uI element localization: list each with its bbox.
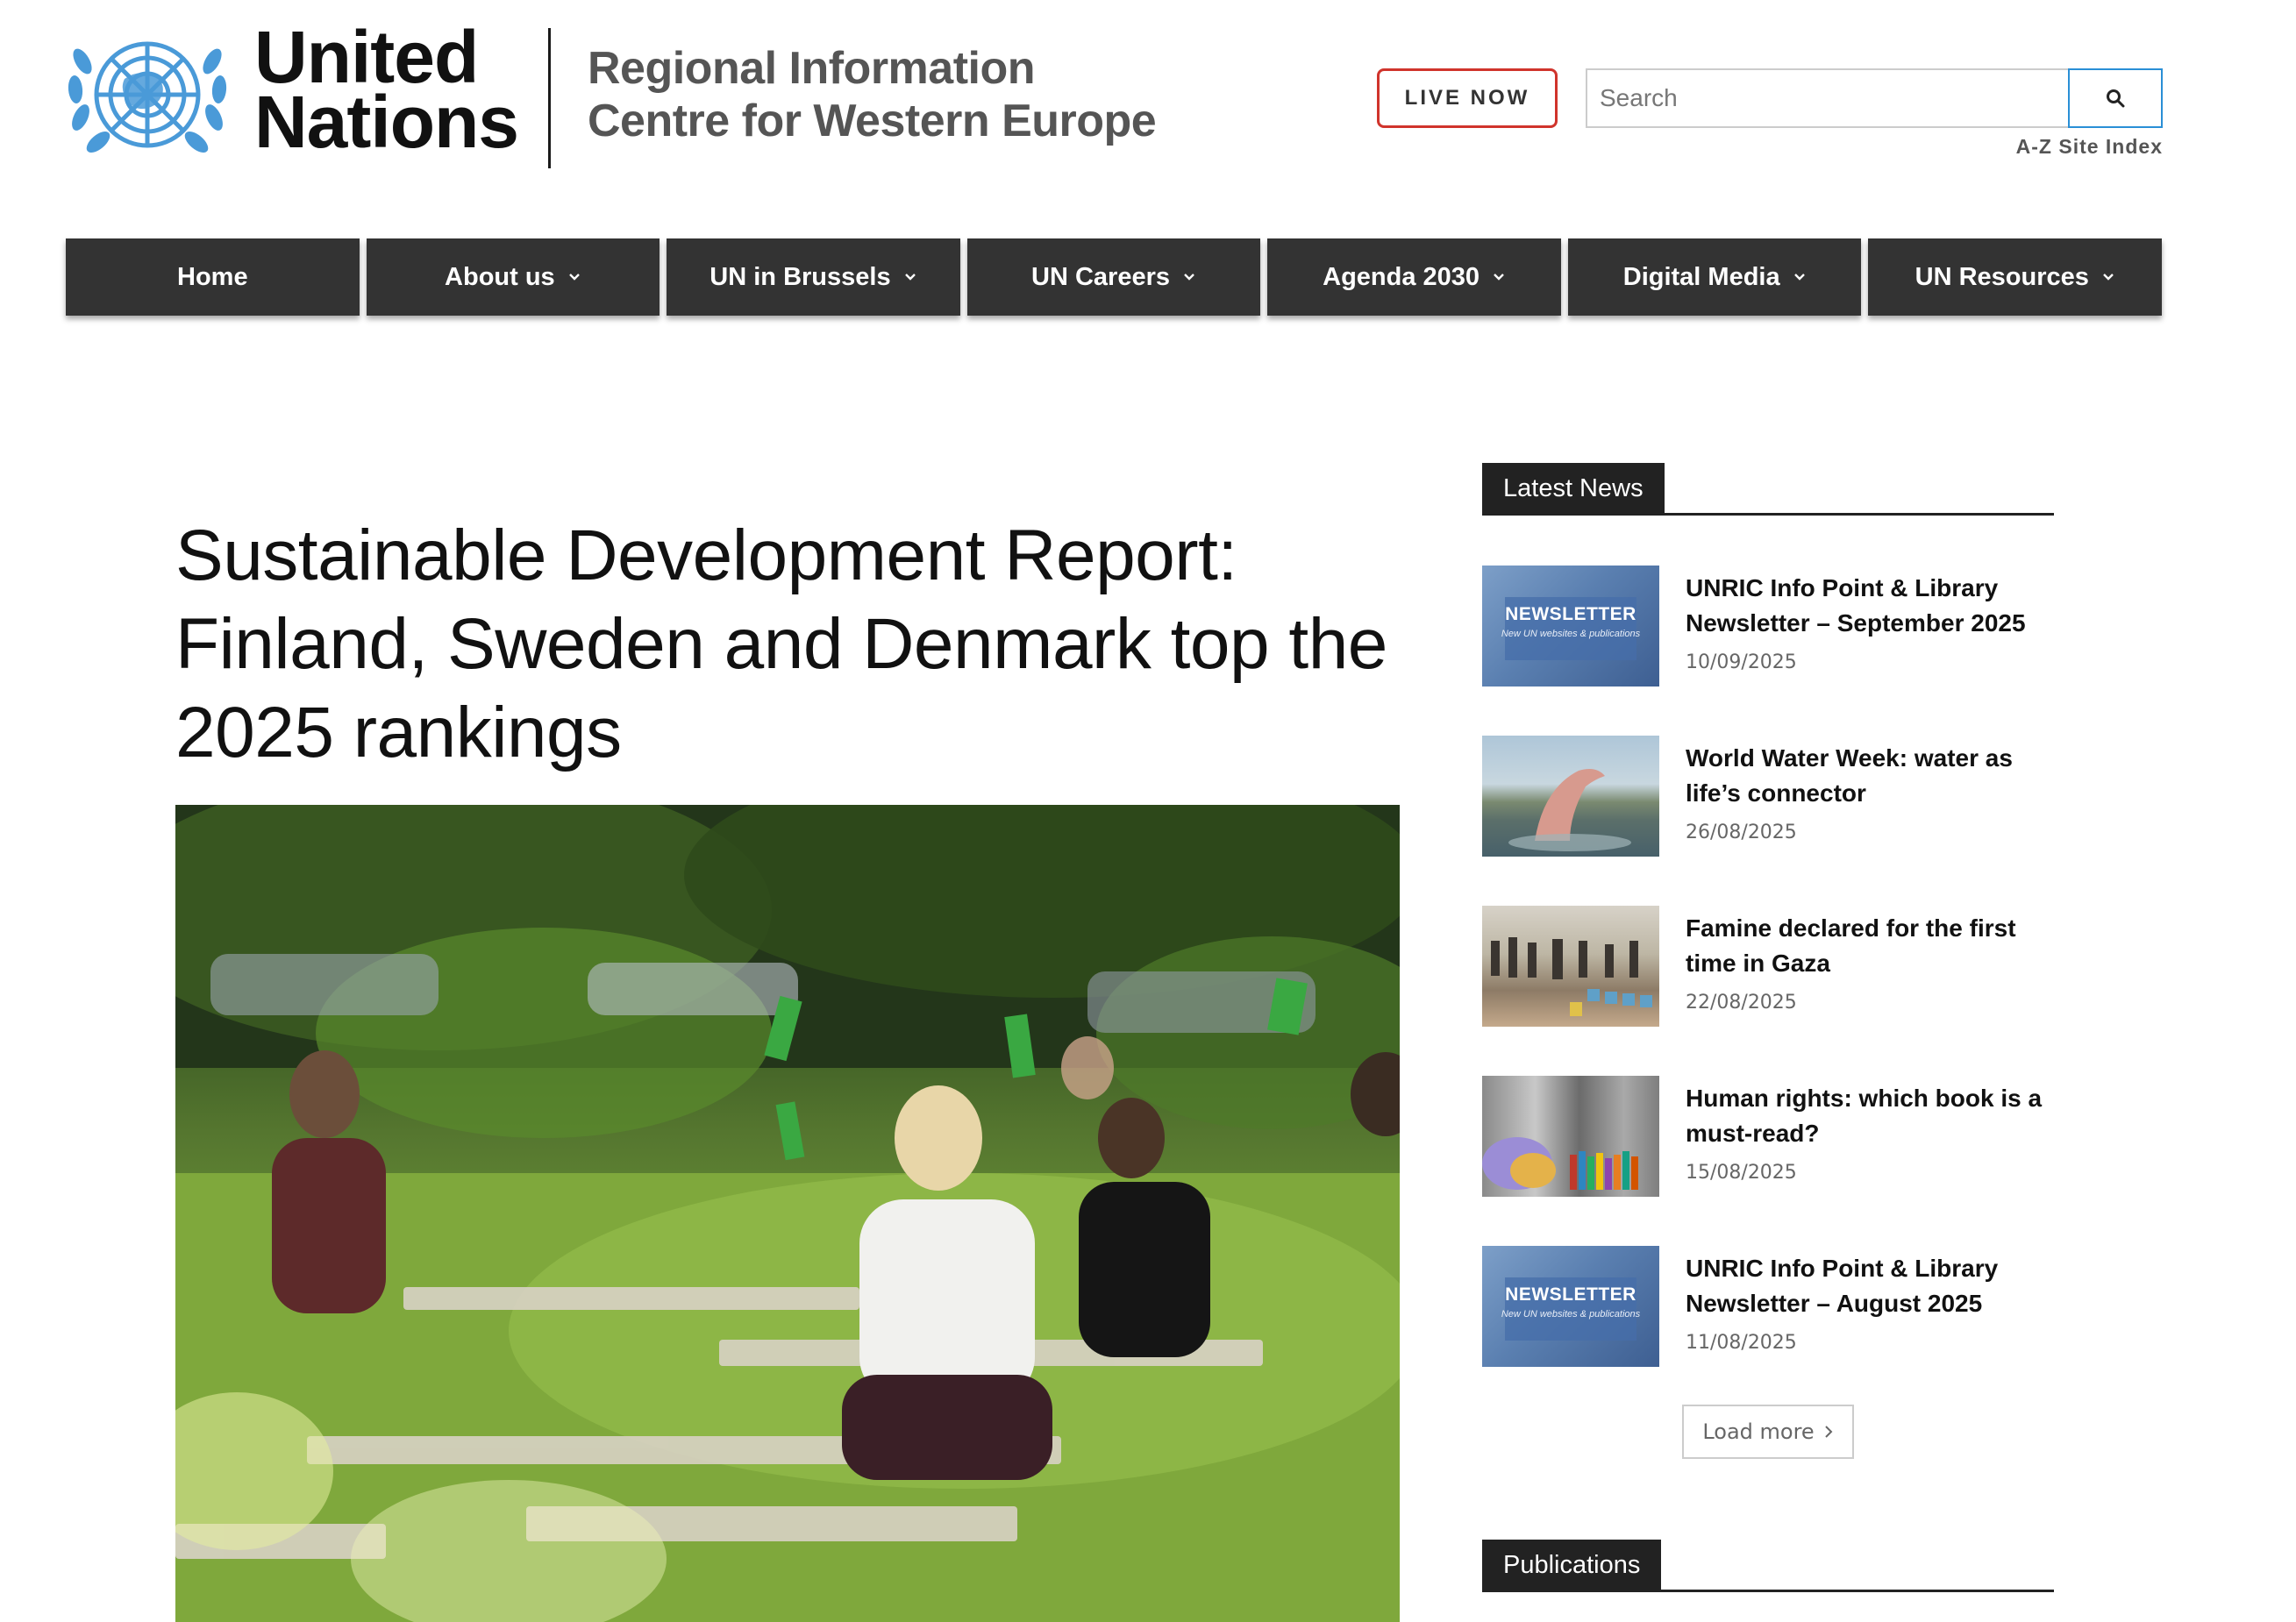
news-item[interactable]: NEWSLETTER New UN websites & publications…	[1482, 1246, 2061, 1369]
nav-item-about-us[interactable]: About us	[366, 238, 660, 316]
logo-line-1: United	[254, 16, 479, 98]
news-item[interactable]: Human rights: which book is a must-read?…	[1482, 1076, 2061, 1199]
news-date: 22/08/2025	[1686, 992, 1797, 1014]
newsletter-thumbnail-sub: New UN websites & publications	[1501, 1309, 1641, 1320]
load-more-button[interactable]: Load more	[1682, 1405, 1854, 1459]
main-nav: Home About us UN in Brussels UN Careers Agen…	[66, 238, 2163, 316]
article-title: Sustainable Development Report: Finland,…	[175, 515, 1387, 772]
nav-item-label: Digital Media	[1622, 262, 1780, 291]
news-item[interactable]: NEWSLETTER New UN websites & publications…	[1482, 566, 2061, 688]
news-title-link[interactable]: UNRIC Info Point & Library Newsletter – …	[1686, 571, 2054, 641]
books-collage-illustration	[1482, 1137, 1638, 1190]
news-item[interactable]: Famine declared for the first time in Ga…	[1482, 906, 2061, 1028]
nav-item-home[interactable]: Home	[66, 238, 360, 316]
un-emblem-icon[interactable]	[63, 26, 232, 170]
news-date: 11/08/2025	[1686, 1332, 1797, 1354]
news-date: 26/08/2025	[1686, 822, 1797, 843]
search-input[interactable]	[1586, 68, 2068, 128]
nav-item-un-careers[interactable]: UN Careers	[966, 238, 1261, 316]
nav-item-label: UN Careers	[1031, 262, 1171, 291]
chevron-down-icon	[568, 274, 580, 281]
az-site-index-link[interactable]: A-Z Site Index	[2016, 135, 2163, 159]
publications-rule	[1482, 1590, 2054, 1592]
news-title-link[interactable]: Famine declared for the first time in Ga…	[1686, 911, 2054, 981]
chevron-down-icon	[1793, 274, 1805, 281]
nav-item-agenda-2030[interactable]: Agenda 2030	[1267, 238, 1561, 316]
search-button[interactable]	[2068, 68, 2163, 128]
news-item[interactable]: World Water Week: water as life’s connec…	[1482, 736, 2061, 858]
river-dolphin-thumbnail-image	[1482, 736, 1659, 857]
search-icon	[2107, 89, 2125, 108]
nav-item-un-resources[interactable]: UN Resources	[1868, 238, 2163, 316]
latest-news-header: Latest News	[1482, 463, 2054, 516]
gaza-crowd-thumbnail-image	[1482, 906, 1659, 1027]
load-more-label: Load more	[1702, 1419, 1815, 1444]
news-thumbnail[interactable]	[1482, 1076, 1659, 1197]
hero-photo-illustration	[175, 805, 1400, 1622]
nav-item-label: About us	[445, 262, 555, 291]
gaza-crowd-illustration	[1491, 937, 1652, 1016]
river-dolphin-illustration	[1508, 769, 1631, 851]
newsletter-thumbnail-image: NEWSLETTER New UN websites & publications	[1482, 566, 1659, 687]
chevron-down-icon	[1494, 274, 1504, 281]
chevron-down-icon	[1184, 274, 1194, 281]
books-collage-thumbnail-image	[1482, 1076, 1659, 1197]
centre-title-line-2: Centre for Western Europe	[588, 96, 1157, 146]
news-title-link[interactable]: Human rights: which book is a must-read?	[1686, 1081, 2054, 1151]
site-header: United Nations Regional Information Cent…	[0, 0, 2296, 219]
newsletter-thumbnail-image: NEWSLETTER New UN websites & publications	[1482, 1246, 1659, 1367]
search-bar	[1586, 68, 2163, 128]
news-title-link[interactable]: UNRIC Info Point & Library Newsletter – …	[1686, 1251, 2054, 1321]
news-date: 10/09/2025	[1686, 651, 1797, 673]
live-now-button[interactable]: LIVE NOW	[1377, 68, 1558, 128]
news-title-link[interactable]: World Water Week: water as life’s connec…	[1686, 741, 2054, 811]
hero-image	[175, 805, 1400, 1622]
chevron-down-icon	[2103, 274, 2114, 281]
news-thumbnail[interactable]	[1482, 906, 1659, 1027]
newsletter-thumbnail-label: NEWSLETTER	[1505, 604, 1636, 624]
news-thumbnail[interactable]: NEWSLETTER New UN websites & publications	[1482, 566, 1659, 687]
latest-news-rule	[1482, 513, 2054, 516]
logo-line-2: Nations	[254, 81, 519, 163]
news-thumbnail[interactable]	[1482, 736, 1659, 857]
news-date: 15/08/2025	[1686, 1162, 1797, 1184]
latest-news-title: Latest News	[1482, 463, 1665, 514]
nav-item-label: Agenda 2030	[1323, 262, 1480, 291]
publications-header: Publications	[1482, 1540, 2054, 1592]
nav-item-label: UN in Brussels	[709, 262, 891, 291]
publications-title: Publications	[1482, 1540, 1662, 1590]
news-thumbnail[interactable]: NEWSLETTER New UN websites & publications	[1482, 1246, 1659, 1367]
un-wordmark[interactable]: United Nations	[254, 16, 519, 163]
centre-title[interactable]: Regional Information Centre for Western …	[588, 42, 1157, 147]
nav-item-un-in-brussels[interactable]: UN in Brussels	[667, 238, 960, 316]
nav-item-label: Home	[177, 262, 248, 291]
chevron-down-icon	[904, 274, 916, 281]
centre-title-line-1: Regional Information	[588, 43, 1036, 94]
logo-divider	[548, 28, 551, 168]
chevron-right-icon	[1824, 1426, 1833, 1438]
nav-item-digital-media[interactable]: Digital Media	[1567, 238, 1862, 316]
nav-item-label: UN Resources	[1915, 262, 2089, 291]
newsletter-thumbnail-label: NEWSLETTER	[1505, 1284, 1636, 1305]
newsletter-thumbnail-sub: New UN websites & publications	[1501, 629, 1641, 639]
